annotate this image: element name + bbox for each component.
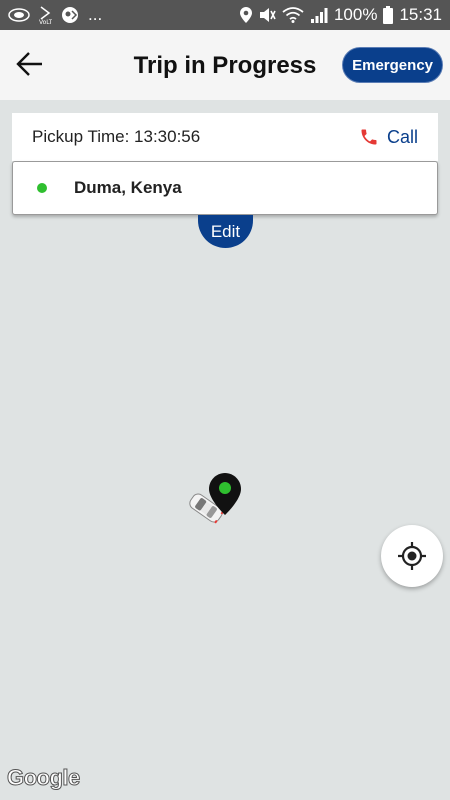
destination-text: Duma, Kenya xyxy=(74,178,182,197)
battery-icon xyxy=(383,6,394,24)
vpn-icon xyxy=(8,8,30,22)
crosshair-icon xyxy=(398,542,426,570)
app-bar: Trip in Progress Emergency xyxy=(0,30,450,100)
call-button[interactable]: Call xyxy=(359,127,418,148)
phone-icon xyxy=(361,129,377,145)
clock: 15:31 xyxy=(399,5,442,24)
my-location-button[interactable] xyxy=(381,525,443,587)
mute-icon xyxy=(258,7,276,23)
google-logo: Google xyxy=(7,765,81,791)
pickup-time: Pickup Time: 13:30:56 xyxy=(32,127,201,146)
emergency-button[interactable]: Emergency xyxy=(342,47,443,83)
signal-icon xyxy=(310,7,328,23)
more-notifications: ... xyxy=(88,5,103,24)
location-icon xyxy=(239,7,252,23)
map-pin-icon xyxy=(208,472,242,521)
notification-app-icon xyxy=(60,5,80,25)
battery-percent: 100% xyxy=(333,5,378,24)
destination-dot-icon xyxy=(37,183,47,193)
svg-text:VoLTE: VoLTE xyxy=(39,19,52,25)
call-label: Call xyxy=(386,126,418,147)
wifi-icon xyxy=(282,7,304,23)
destination-field[interactable]: Duma, Kenya xyxy=(12,161,438,215)
pickup-card: Pickup Time: 13:30:56 Call xyxy=(12,113,438,161)
nfc-icon: VoLTE xyxy=(38,5,52,25)
status-bar: VoLTE ... 100% 15:31 xyxy=(0,0,450,30)
